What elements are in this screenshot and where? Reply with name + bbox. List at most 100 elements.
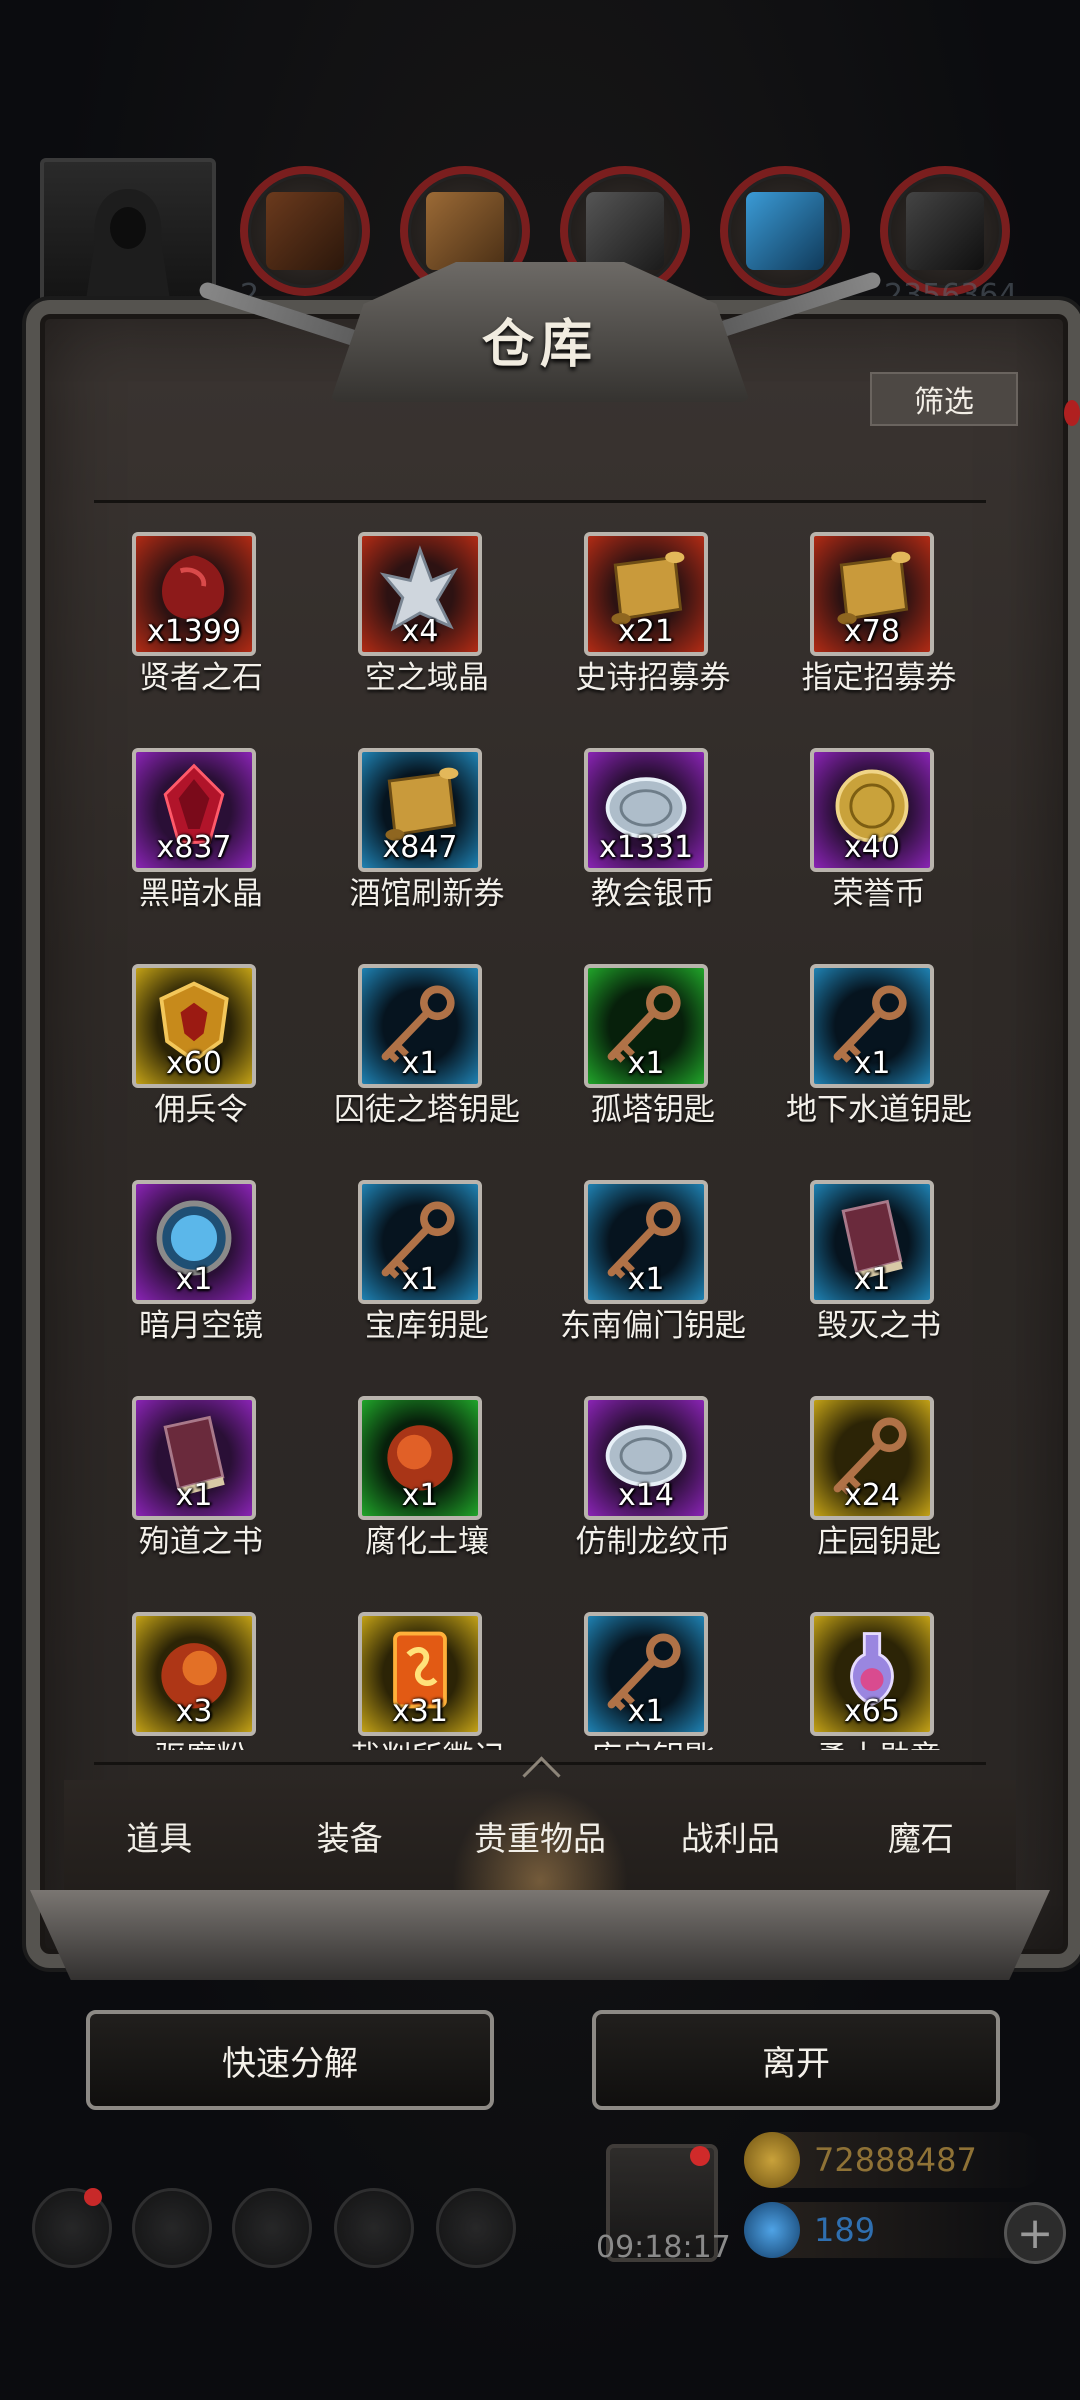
leave-button[interactable]: 离开 [592, 2010, 1000, 2110]
shop-icon[interactable] [436, 2188, 516, 2268]
panel-bottom-frame [30, 1890, 1050, 1980]
item-quantity: x24 [844, 1478, 900, 1513]
item-name: 庄园钥匙 [817, 1524, 941, 1560]
item-quantity: x40 [844, 830, 900, 865]
item-slot[interactable]: x1 孤塔钥匙 [540, 952, 766, 1168]
gold-currency: 72888487 [744, 2132, 1044, 2188]
tab-magic-stones[interactable]: 魔石 [826, 1780, 1016, 1892]
tab-valuables[interactable]: 贵重物品 [444, 1780, 636, 1892]
item-grid: x1399 贤者之石 x4 空之域晶 x21 史诗招募券 x78 指定招募券 x837 黑暗水晶 x… [88, 520, 992, 1750]
item-quantity: x1331 [598, 830, 694, 865]
item-quantity: x1 [175, 1262, 213, 1297]
tab-equipment[interactable]: 装备 [254, 1780, 444, 1892]
item-name: 教会银币 [591, 876, 715, 912]
item-quantity: x60 [166, 1046, 222, 1081]
guild-icon[interactable] [232, 2188, 312, 2268]
item-quantity: x1 [401, 1262, 439, 1297]
panel-title: 仓库 [481, 314, 598, 375]
item-name: 毁灭之书 [817, 1308, 941, 1344]
crystal-resource-icon[interactable] [720, 166, 850, 296]
item-name: 殉道之书 [139, 1524, 263, 1560]
item-slot[interactable]: x1 囚徒之塔钥匙 [314, 952, 540, 1168]
star-badge-icon[interactable] [132, 2188, 212, 2268]
item-name: 裁判所徽记 [314, 1732, 540, 1750]
item-slot[interactable]: x1 腐化土壤 [314, 1384, 540, 1600]
item-quantity: x1 [627, 1262, 665, 1297]
item-slot[interactable]: x40 荣誉币 [766, 736, 992, 952]
gem-icon [744, 2202, 800, 2258]
item-quantity: x1 [175, 1478, 213, 1513]
item-quantity: x1 [627, 1046, 665, 1081]
item-slot[interactable]: x1 宝库钥匙 [314, 1168, 540, 1384]
notification-dot [1064, 400, 1080, 426]
mail-icon[interactable] [334, 2188, 414, 2268]
gold-coin-icon [744, 2132, 800, 2188]
item-name: 贤者之石 [139, 660, 263, 696]
item-quantity: x1 [853, 1262, 891, 1297]
item-quantity: x847 [382, 830, 458, 865]
iron-resource-icon[interactable] [880, 166, 1010, 296]
item-name: 库房钥匙 [540, 1732, 766, 1750]
item-name: 酒馆刷新券 [349, 876, 505, 912]
item-name: 孤塔钥匙 [591, 1092, 715, 1128]
tab-loot[interactable]: 战利品 [635, 1780, 825, 1892]
item-quantity: x4 [401, 614, 439, 649]
player-portrait[interactable] [40, 158, 216, 316]
item-slot[interactable]: x1 东南偏门钥匙 [540, 1168, 766, 1384]
item-name: 佣兵令 [154, 1092, 248, 1128]
filter-button[interactable]: 筛选 [870, 372, 1018, 426]
item-slot[interactable]: x24 庄园钥匙 [766, 1384, 992, 1600]
item-name: 暗月空镜 [139, 1308, 263, 1344]
item-quantity: x78 [844, 614, 900, 649]
gem-currency: 189 [744, 2202, 1044, 2258]
item-name: 指定招募券 [801, 660, 957, 696]
item-slot[interactable]: x1 库房钥匙 [540, 1600, 766, 1750]
item-slot[interactable]: x847 酒馆刷新券 [314, 736, 540, 952]
item-name: 腐化土壤 [365, 1524, 489, 1560]
item-name: 宝库钥匙 [365, 1308, 489, 1344]
item-slot[interactable]: x1 殉道之书 [88, 1384, 314, 1600]
item-quantity: x21 [618, 614, 674, 649]
item-slot[interactable]: x14 仿制龙纹币 [540, 1384, 766, 1600]
item-name: 史诗招募券 [575, 660, 731, 696]
tab-items[interactable]: 道具 [64, 1780, 254, 1892]
item-slot[interactable]: x837 黑暗水晶 [88, 736, 314, 952]
item-slot[interactable]: x1 毁灭之书 [766, 1168, 992, 1384]
item-slot[interactable]: x1399 贤者之石 [88, 520, 314, 736]
notification-dot [84, 2188, 102, 2206]
item-slot[interactable]: x1 地下水道钥匙 [766, 952, 992, 1168]
item-slot[interactable]: x31 裁判所徽记 [314, 1600, 540, 1750]
clock-text: 09:18:17 [596, 2230, 731, 2265]
item-slot[interactable]: x1 暗月空镜 [88, 1168, 314, 1384]
item-slot[interactable]: x21 史诗招募券 [540, 520, 766, 736]
item-quantity: x1 [853, 1046, 891, 1081]
item-name: 东南偏门钥匙 [560, 1308, 746, 1344]
notification-dot [690, 2146, 710, 2166]
item-slot[interactable]: x1331 教会银币 [540, 736, 766, 952]
item-quantity: x1 [401, 1046, 439, 1081]
item-slot[interactable]: x4 空之域晶 [314, 520, 540, 736]
item-quantity: x14 [618, 1478, 674, 1513]
item-name: 荣誉币 [832, 876, 926, 912]
add-currency-button[interactable]: + [1004, 2202, 1066, 2264]
item-quantity: x1 [401, 1478, 439, 1513]
quick-decompose-button[interactable]: 快速分解 [86, 2010, 494, 2110]
category-tabs: 道具 装备 贵重物品 战利品 魔石 [64, 1780, 1016, 1892]
item-name: 黑暗水晶 [139, 876, 263, 912]
item-quantity: x837 [156, 830, 232, 865]
item-name: 地下水道钥匙 [786, 1092, 972, 1128]
wood-resource-icon[interactable] [240, 166, 370, 296]
item-slot[interactable]: x65 勇士勋章 [766, 1600, 992, 1750]
divider [94, 500, 986, 503]
item-quantity: x1399 [146, 614, 242, 649]
item-quantity: x3 [175, 1694, 213, 1729]
item-slot[interactable]: x78 指定招募券 [766, 520, 992, 736]
item-name: 仿制龙纹币 [575, 1524, 731, 1560]
item-slot[interactable]: x3 驱魔粉 [88, 1600, 314, 1750]
item-name: 空之域晶 [365, 660, 489, 696]
gem-amount: 189 [814, 2211, 876, 2249]
gold-amount: 72888487 [814, 2141, 977, 2179]
item-name: 勇士勋章 [766, 1732, 992, 1750]
item-quantity: x65 [844, 1694, 900, 1729]
item-slot[interactable]: x60 佣兵令 [88, 952, 314, 1168]
